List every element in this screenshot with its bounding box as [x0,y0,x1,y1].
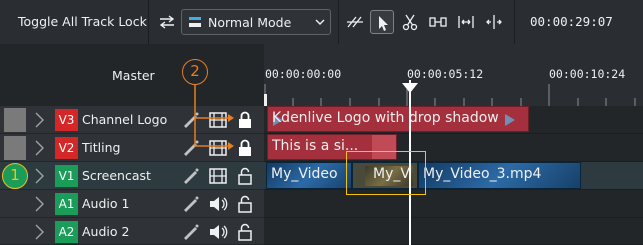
ripple-icon[interactable] [454,10,478,34]
video-clip-c[interactable]: My_Video_3.mp4 [418,162,581,189]
edit-mode-value: Normal Mode [208,15,292,30]
lane-v3[interactable]: Kdenlive Logo with drop shadow [264,106,643,134]
annotation-badge-2: 2 [182,59,208,85]
track-name[interactable]: Screencast [82,168,151,183]
chevron-right-icon [35,112,44,128]
razor-spacer-icon[interactable] [343,10,367,34]
composite-icon[interactable] [180,194,202,214]
clip-label: Kdenlive Logo with drop shadow [272,110,499,126]
film-strip-icon[interactable] [207,138,229,158]
toolbar-separator [338,0,339,44]
track-head-v3[interactable]: V3 Channel Logo [0,106,264,134]
track-color-box [4,136,26,160]
timeline-toolbar: Toggle All Track Lock Normal Mode 00:00:… [0,0,643,44]
track-head-a1[interactable]: A1 Audio 1 [0,190,264,218]
lane-a1[interactable] [264,190,643,218]
lane-v2[interactable]: This is a si... [264,134,643,162]
spacer-icon[interactable] [426,10,450,34]
film-strip-icon[interactable] [207,110,229,130]
lock-closed-icon[interactable] [234,138,256,158]
toolbar-separator [514,0,515,44]
normal-mode-icon [189,17,201,27]
clip-label: My_Video_3.mp4 [423,166,542,182]
master-label[interactable]: Master [112,68,155,83]
timeline-ruler[interactable]: 00:00:00:00 00:00:05:12 00:00:10:24 [264,44,643,106]
timecode-display[interactable]: 00:00:29:07 [530,14,613,29]
lock-open-icon[interactable] [234,194,256,214]
chevron-right-icon [35,140,44,156]
highlight-box [346,151,426,195]
track-head-v1[interactable]: V1 Screencast [0,162,264,190]
clip-label: My_Video [271,166,338,182]
track-tag: V1 [55,165,78,187]
film-strip-icon[interactable] [207,166,229,186]
lock-closed-icon[interactable] [234,110,256,130]
track-tag: A2 [55,221,78,243]
composite-icon[interactable] [180,138,202,158]
edit-mode-select[interactable]: Normal Mode [181,9,331,35]
transition-marker-icon [505,114,515,126]
video-clip-a[interactable]: My_Video [266,162,352,189]
composite-icon[interactable] [180,222,202,242]
ruler-label-2: 00:00:10:24 [549,67,626,81]
speaker-icon[interactable] [207,222,229,242]
track-head-a2[interactable]: A2 Audio 2 [0,218,264,245]
track-tag: A1 [55,193,78,215]
composite-icon[interactable] [180,110,202,130]
ruler-label-0: 00:00:00:00 [265,67,342,81]
title-clip-logo[interactable]: Kdenlive Logo with drop shadow [267,106,529,132]
composite-icon[interactable] [180,166,202,186]
razor-cut-icon[interactable] [398,10,422,34]
lane-a2[interactable] [264,218,643,245]
lock-open-icon[interactable] [234,166,256,186]
track-name[interactable]: Audio 1 [82,196,129,211]
chevron-right-icon [35,168,44,184]
ruler-label-1: 00:00:05:12 [407,67,484,81]
chevron-right-icon [35,196,44,212]
track-color-box [4,108,26,132]
track-name[interactable]: Channel Logo [82,112,167,127]
toolbar-separator [148,0,149,44]
select-pointer-icon[interactable] [370,10,394,34]
track-tag: V2 [55,137,78,159]
lock-open-icon[interactable] [234,222,256,242]
track-head-v2[interactable]: V2 Titling [0,134,264,162]
lane-v1[interactable]: My_Video My_V My_Video_3.mp4 [264,162,643,190]
annotation-badge-1: 1 [2,163,28,189]
track-name[interactable]: Titling [82,140,120,155]
speaker-icon[interactable] [207,194,229,214]
mode-swap-icon[interactable] [155,10,179,34]
chevron-right-icon [35,224,44,240]
chevron-down-icon [315,19,325,25]
slip-icon[interactable] [482,10,506,34]
track-tag: V3 [55,109,78,131]
track-name[interactable]: Audio 2 [82,224,129,239]
toggle-all-track-lock-button[interactable]: Toggle All Track Lock [18,14,147,29]
